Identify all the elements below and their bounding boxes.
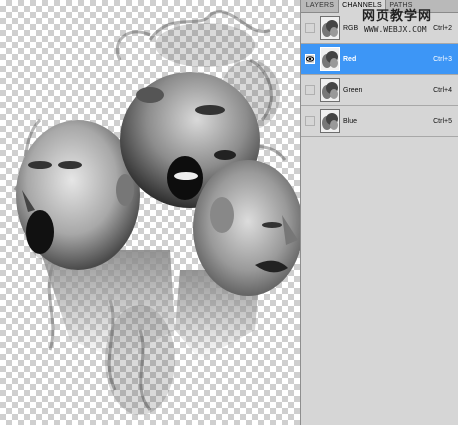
eye-icon <box>306 56 314 62</box>
channel-shortcut: Ctrl+3 <box>433 56 452 63</box>
channel-shortcut: Ctrl+5 <box>433 118 452 125</box>
channel-name: Green <box>343 87 363 94</box>
watermark-text: 网页教学网 <box>362 8 433 23</box>
channel-thumbnail <box>320 78 340 102</box>
channel-thumbnail <box>320 47 340 71</box>
channel-thumbnail <box>320 109 340 133</box>
channel-name: RGB <box>343 25 359 32</box>
channel-row-green[interactable]: Green Ctrl+4 <box>301 75 458 106</box>
visibility-toggle[interactable] <box>305 23 315 33</box>
channels-panel: LAYERS CHANNELS PATHS RGB Ctrl+2 Red Ctr… <box>300 0 458 425</box>
site-watermark: 网页教学网 WWW.WEBJX.COM <box>362 5 454 37</box>
channel-thumbnail <box>320 16 340 40</box>
channel-shortcut: Ctrl+4 <box>433 87 452 94</box>
visibility-toggle[interactable] <box>305 116 315 126</box>
channel-name: Red <box>343 56 357 63</box>
head-right <box>193 160 300 296</box>
canvas-artwork <box>13 10 300 415</box>
tab-layers[interactable]: LAYERS <box>303 0 337 12</box>
watermark-url: WWW.WEBJX.COM <box>364 25 427 34</box>
visibility-toggle[interactable] <box>305 85 315 95</box>
channel-name: Blue <box>343 118 358 125</box>
visibility-toggle[interactable] <box>305 54 315 64</box>
document-canvas[interactable] <box>0 0 300 425</box>
channel-row-blue[interactable]: Blue Ctrl+5 <box>301 106 458 137</box>
channel-row-red[interactable]: Red Ctrl+3 <box>301 44 458 75</box>
